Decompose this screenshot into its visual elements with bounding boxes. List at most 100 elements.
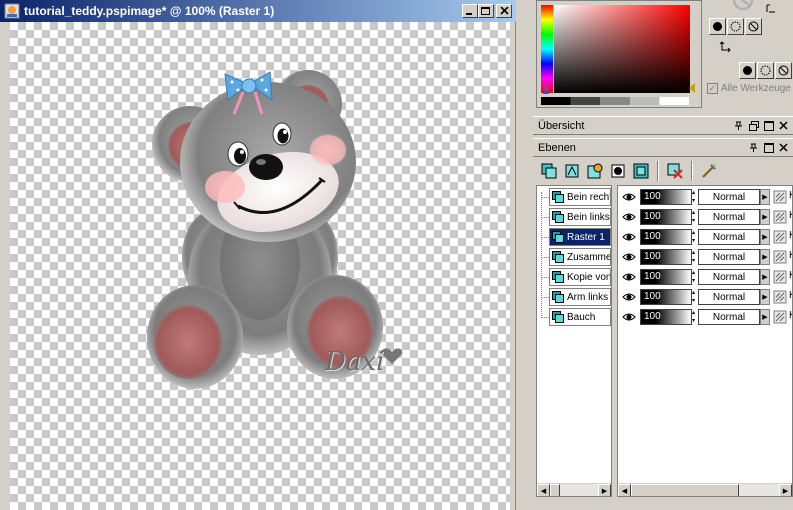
image-canvas[interactable]: Daxi: [10, 22, 510, 510]
visibility-eye-icon[interactable]: [621, 210, 637, 224]
grayscale-swatches[interactable]: [541, 97, 689, 105]
visibility-eye-icon[interactable]: [621, 250, 637, 264]
minimize-button[interactable]: [462, 4, 478, 18]
lock-transparency-icon[interactable]: [773, 250, 787, 264]
new-vector-layer-button[interactable]: [562, 161, 582, 181]
bg-gradient-button[interactable]: [757, 62, 774, 79]
restore-icon[interactable]: [748, 120, 759, 131]
opacity-slider[interactable]: 100: [640, 209, 692, 225]
layer-name-cell[interactable]: Zusammen: [549, 248, 611, 266]
bg-solid-button[interactable]: [739, 62, 756, 79]
scroll-thumb-props[interactable]: [631, 484, 739, 496]
all-tools-checkbox[interactable]: ✓ Alle Werkzeuge: [707, 83, 791, 94]
layer-props-row[interactable]: 100 ▴▾ Normal ▶ K: [618, 307, 792, 327]
new-mask-layer-button[interactable]: [608, 161, 628, 181]
lock-transparency-icon[interactable]: [773, 190, 787, 204]
opacity-slider[interactable]: 100: [640, 249, 692, 265]
duplicate-layer-button[interactable]: [631, 161, 651, 181]
overview-palette-header[interactable]: Übersicht: [533, 116, 793, 135]
visibility-eye-icon[interactable]: [621, 190, 637, 204]
blend-dropdown-arrow-icon[interactable]: ▶: [760, 309, 770, 325]
opacity-spinner-icon[interactable]: ▴ ▾: [692, 189, 696, 205]
fill-gradient-button[interactable]: [727, 18, 744, 35]
layer-props-scrollbar[interactable]: ◀ ▶: [618, 483, 792, 496]
lock-transparency-icon[interactable]: [773, 230, 787, 244]
layer-row[interactable]: Bein recht: [537, 187, 611, 207]
layer-tree-scrollbar[interactable]: ◀ ▶: [537, 483, 611, 496]
layer-row[interactable]: Bauch: [537, 307, 611, 327]
blend-dropdown-arrow-icon[interactable]: ▶: [760, 249, 770, 265]
opacity-spinner-icon[interactable]: ▴ ▾: [692, 309, 696, 325]
opacity-spinner-icon[interactable]: ▴ ▾: [692, 249, 696, 265]
delete-layer-button[interactable]: [665, 161, 685, 181]
lock-transparency-icon[interactable]: [773, 210, 787, 224]
close-layers-icon[interactable]: [778, 142, 789, 153]
layer-props-row[interactable]: 100 ▴▾ Normal ▶ K: [618, 227, 792, 247]
swap-arrow-icon[interactable]: [719, 40, 733, 54]
layer-row[interactable]: Arm links: [537, 287, 611, 307]
visibility-eye-icon[interactable]: [621, 230, 637, 244]
layer-props-row[interactable]: 100 ▴▾ Normal ▶ K: [618, 187, 792, 207]
scroll-right-icon[interactable]: ▶: [598, 484, 611, 496]
layer-name-cell[interactable]: Arm links: [549, 288, 611, 306]
close-button[interactable]: [496, 4, 512, 18]
layer-name-cell[interactable]: Bauch: [549, 308, 611, 326]
blend-mode-select[interactable]: Normal: [698, 189, 760, 205]
blend-mode-select[interactable]: Normal: [698, 209, 760, 225]
layer-props-row[interactable]: 100 ▴▾ Normal ▶ K: [618, 267, 792, 287]
visibility-eye-icon[interactable]: [621, 310, 637, 324]
hue-spectrum[interactable]: [541, 5, 553, 93]
maximize-palette-icon[interactable]: [763, 120, 774, 131]
blend-mode-select[interactable]: Normal: [698, 249, 760, 265]
blend-dropdown-arrow-icon[interactable]: ▶: [760, 189, 770, 205]
blend-dropdown-arrow-icon[interactable]: ▶: [760, 229, 770, 245]
pin-icon-layers[interactable]: [748, 142, 759, 153]
blend-mode-select[interactable]: Normal: [698, 229, 760, 245]
image-window-titlebar[interactable]: tutorial_teddy.pspimage* @ 100% (Raster …: [0, 0, 516, 22]
layer-name-cell[interactable]: Raster 1: [549, 228, 611, 246]
layer-name-cell[interactable]: Bein recht: [549, 188, 611, 206]
layer-props-row[interactable]: 100 ▴▾ Normal ▶ K: [618, 287, 792, 307]
blend-mode-select[interactable]: Normal: [698, 309, 760, 325]
layer-props-row[interactable]: 100 ▴▾ Normal ▶ K: [618, 207, 792, 227]
maximize-layers-icon[interactable]: [763, 142, 774, 153]
blend-mode-select[interactable]: Normal: [698, 269, 760, 285]
lock-transparency-icon[interactable]: [773, 270, 787, 284]
scroll-left-icon-props[interactable]: ◀: [618, 484, 631, 496]
blend-dropdown-arrow-icon[interactable]: ▶: [760, 289, 770, 305]
fill-solid-button[interactable]: [709, 18, 726, 35]
layer-row[interactable]: Kopie von: [537, 267, 611, 287]
opacity-spinner-icon[interactable]: ▴ ▾: [692, 289, 696, 305]
opacity-spinner-icon[interactable]: ▴ ▾: [692, 269, 696, 285]
layer-row[interactable]: Zusammen: [537, 247, 611, 267]
color-field[interactable]: [554, 5, 690, 93]
opacity-spinner-icon[interactable]: ▴ ▾: [692, 229, 696, 245]
lock-transparency-icon[interactable]: [773, 310, 787, 324]
layer-properties-button[interactable]: [699, 161, 719, 181]
opacity-spinner-icon[interactable]: ▴ ▾: [692, 209, 696, 225]
layer-properties-list[interactable]: 100▴▾Normal▶K100▴▾Normal▶K100▴▾Normal▶K1…: [617, 185, 793, 497]
layer-name-cell[interactable]: Kopie von: [549, 268, 611, 286]
scroll-right-icon-props[interactable]: ▶: [779, 484, 792, 496]
visibility-eye-icon[interactable]: [621, 290, 637, 304]
close-palette-icon[interactable]: [778, 120, 789, 131]
new-adjustment-layer-button[interactable]: [585, 161, 605, 181]
opacity-slider[interactable]: 100: [640, 289, 692, 305]
layer-props-row[interactable]: 100 ▴▾ Normal ▶ K: [618, 247, 792, 267]
maximize-button[interactable]: [478, 4, 494, 18]
pin-icon[interactable]: [733, 120, 744, 131]
opacity-slider[interactable]: 100: [640, 269, 692, 285]
layer-tree[interactable]: Bein recht Bein links Raster 1 Zusammen Kopi…: [536, 185, 612, 497]
layer-row[interactable]: Bein links: [537, 207, 611, 227]
swap-colors-icon[interactable]: [765, 3, 777, 15]
scroll-left-icon[interactable]: ◀: [537, 484, 550, 496]
layer-name-cell[interactable]: Bein links: [549, 208, 611, 226]
blend-mode-select[interactable]: Normal: [698, 289, 760, 305]
new-raster-layer-button[interactable]: [539, 161, 559, 181]
visibility-eye-icon[interactable]: [621, 270, 637, 284]
fill-none-button[interactable]: [745, 18, 762, 35]
blend-dropdown-arrow-icon[interactable]: ▶: [760, 269, 770, 285]
blend-dropdown-arrow-icon[interactable]: ▶: [760, 209, 770, 225]
opacity-slider[interactable]: 100: [640, 189, 692, 205]
image-window[interactable]: tutorial_teddy.pspimage* @ 100% (Raster …: [0, 0, 516, 510]
